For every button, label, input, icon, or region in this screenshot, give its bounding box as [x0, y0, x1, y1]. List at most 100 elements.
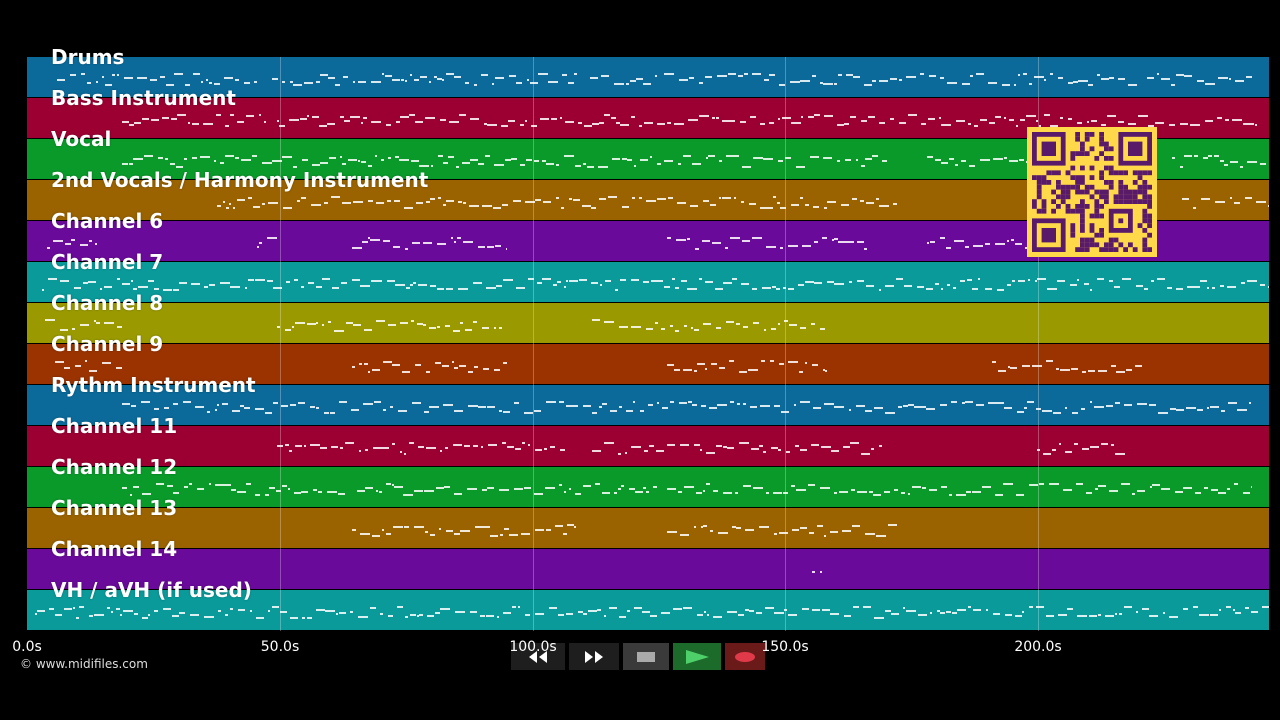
midi-note [871, 448, 874, 450]
midi-note [290, 404, 296, 406]
midi-note [726, 155, 735, 157]
midi-note [361, 161, 366, 163]
midi-note [1111, 365, 1116, 367]
midi-note [997, 289, 1004, 291]
midi-note [712, 117, 715, 119]
midi-note [995, 494, 1003, 496]
midi-note [941, 288, 943, 290]
midi-note [172, 615, 179, 617]
midi-note [982, 486, 991, 488]
midi-note [716, 117, 719, 119]
track-label: 2nd Vocals / Harmony Instrument [51, 168, 429, 192]
midi-note [788, 245, 798, 247]
midi-note [629, 488, 635, 490]
midi-note [451, 237, 453, 239]
midi-note [764, 79, 769, 81]
midi-note [259, 242, 262, 244]
midi-note [1084, 283, 1089, 285]
midi-note [411, 320, 414, 322]
midi-note [762, 287, 771, 289]
midi-note [602, 403, 607, 405]
midi-note [420, 76, 427, 78]
midi-note [426, 201, 430, 203]
midi-note [764, 329, 766, 331]
midi-note [137, 77, 147, 79]
midi-note [725, 247, 728, 249]
midi-note [674, 369, 680, 371]
midi-note [232, 410, 240, 412]
midi-note [605, 280, 611, 282]
midi-note [1136, 285, 1143, 287]
midi-note [470, 118, 479, 120]
midi-note [75, 365, 81, 367]
midi-note [501, 125, 508, 127]
fast-forward-button[interactable] [569, 643, 623, 670]
midi-note [424, 411, 429, 413]
midi-note [235, 79, 239, 81]
midi-note [206, 79, 208, 81]
midi-note [1039, 483, 1044, 485]
midi-note [622, 158, 627, 160]
note-pattern [42, 278, 1269, 291]
midi-note [1115, 402, 1120, 404]
midi-note [643, 487, 646, 489]
midi-note [788, 361, 798, 363]
midi-note [1026, 115, 1036, 117]
midi-note [277, 120, 279, 122]
midi-note [688, 401, 692, 403]
midi-note [520, 164, 525, 166]
play-button[interactable] [673, 643, 725, 670]
midi-note [359, 450, 361, 452]
midi-note [759, 526, 769, 528]
midi-note [448, 156, 454, 158]
midi-note [438, 155, 443, 157]
midi-note [592, 123, 599, 125]
midi-note [297, 200, 300, 202]
midi-note [442, 365, 449, 367]
midi-note [618, 488, 621, 490]
midi-note [1089, 615, 1097, 617]
midi-note [360, 533, 370, 535]
note-pattern [352, 524, 897, 537]
midi-note [302, 617, 305, 619]
midi-note [104, 286, 112, 288]
midi-note [248, 279, 254, 281]
midi-note [1009, 160, 1018, 162]
midi-note [1140, 490, 1145, 492]
midi-note [473, 321, 477, 323]
midi-note [1046, 360, 1053, 362]
midi-note [681, 280, 687, 282]
midi-note [1260, 163, 1266, 165]
midi-note [1052, 449, 1056, 451]
midi-note [1200, 280, 1207, 282]
midi-note [695, 248, 699, 250]
midi-note [443, 162, 448, 164]
midi-note [960, 280, 965, 282]
midi-note [482, 489, 487, 491]
midi-note [753, 322, 759, 324]
midi-note [353, 201, 363, 203]
midi-note [761, 360, 765, 362]
midi-note [899, 122, 906, 124]
midi-note [853, 76, 860, 78]
midi-note [627, 159, 632, 161]
midi-note [435, 362, 441, 364]
midi-note [592, 412, 597, 414]
midi-note [1240, 166, 1243, 168]
midi-note [338, 493, 345, 495]
midi-note [285, 444, 289, 446]
midi-note [455, 611, 465, 613]
midi-note [453, 444, 462, 446]
midi-note [253, 206, 257, 208]
midi-note [777, 202, 780, 204]
midi-note [395, 156, 399, 158]
stop-button[interactable] [623, 643, 673, 670]
midi-note [473, 282, 482, 284]
midi-note [947, 82, 957, 84]
midi-note [723, 446, 727, 448]
midi-note [342, 202, 351, 204]
midi-note [392, 79, 400, 81]
midi-note [410, 284, 413, 286]
midi-note [1087, 121, 1089, 123]
midi-note [177, 114, 186, 116]
